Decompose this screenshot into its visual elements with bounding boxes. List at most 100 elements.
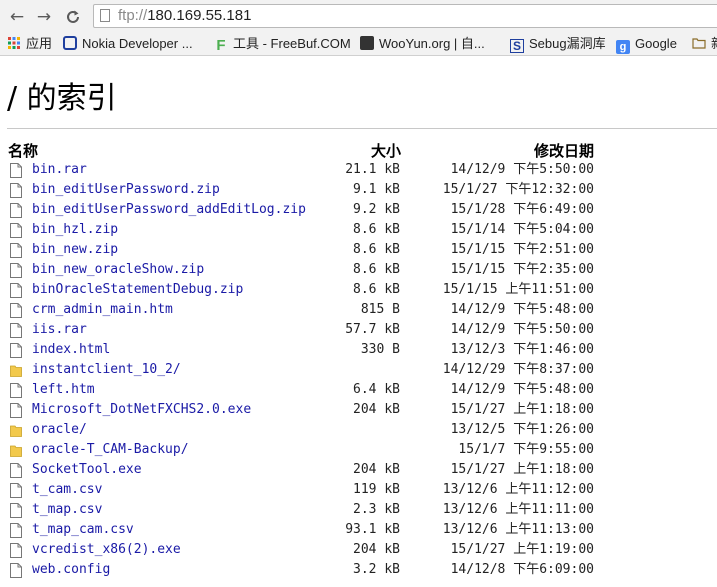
modified-date: 14/12/29 下午8:37:00 bbox=[442, 362, 594, 377]
file-size: 815 B bbox=[360, 302, 400, 317]
file-size: 119 kB bbox=[353, 482, 400, 497]
folder-link[interactable]: oracle-T_CAM-Backup/ bbox=[32, 440, 189, 460]
file-link[interactable]: bin.rar bbox=[32, 160, 87, 180]
file-link[interactable]: bin_editUserPassword_addEditLog.zip bbox=[32, 200, 306, 220]
file-icon bbox=[10, 383, 22, 398]
column-header-date[interactable]: 修改日期 bbox=[534, 140, 594, 161]
file-size: 330 B bbox=[360, 342, 400, 357]
modified-date: 14/12/9 下午5:48:00 bbox=[450, 302, 594, 317]
file-link[interactable]: bin_editUserPassword.zip bbox=[32, 180, 220, 200]
file-size: 2.3 kB bbox=[353, 502, 400, 517]
bookmark-apps[interactable]: 应用 bbox=[7, 36, 52, 52]
list-item: index.html 330 B 13/12/3 下午1:46:00 bbox=[0, 340, 717, 360]
file-link[interactable]: web.config bbox=[32, 560, 110, 580]
file-size: 8.6 kB bbox=[353, 242, 400, 257]
modified-date: 15/1/27 上午1:19:00 bbox=[450, 542, 594, 557]
file-size: 204 kB bbox=[353, 402, 400, 417]
modified-date: 14/12/8 下午6:09:00 bbox=[450, 562, 594, 577]
modified-date: 15/1/15 下午2:51:00 bbox=[450, 242, 594, 257]
file-link[interactable]: left.htm bbox=[32, 380, 95, 400]
bookmark-google[interactable]: g Google bbox=[616, 36, 677, 54]
modified-date: 14/12/9 下午5:50:00 bbox=[450, 162, 594, 177]
file-link[interactable]: t_map_cam.csv bbox=[32, 520, 134, 540]
address-bar[interactable]: ftp://180.169.55.181 bbox=[93, 4, 717, 28]
file-link[interactable]: Microsoft_DotNetFXCHS2.0.exe bbox=[32, 400, 251, 420]
modified-date: 13/12/3 下午1:46:00 bbox=[450, 342, 594, 357]
browser-toolbar: ← → ftp://180.169.55.181 bbox=[0, 0, 717, 33]
file-link[interactable]: vcredist_x86(2).exe bbox=[32, 540, 181, 560]
file-link[interactable]: iis.rar bbox=[32, 320, 87, 340]
bookmark-freebuf[interactable]: F 工具 - FreeBuf.COM bbox=[214, 36, 351, 54]
list-item: crm_admin_main.htm 815 B 14/12/9 下午5:48:00 bbox=[0, 300, 717, 320]
file-link[interactable]: bin_new_oracleShow.zip bbox=[32, 260, 204, 280]
modified-date: 13/12/6 上午11:11:00 bbox=[442, 502, 594, 517]
url-host: 180.169.55.181 bbox=[147, 7, 252, 24]
page-title: / 的索引 bbox=[7, 81, 117, 116]
bookmark-wooyun[interactable]: WooYun.org | 自... bbox=[360, 36, 485, 52]
url-scheme: ftp:// bbox=[118, 7, 148, 24]
file-link[interactable]: bin_hzl.zip bbox=[32, 220, 118, 240]
bookmark-label: 工具 - FreeBuf.COM bbox=[233, 36, 351, 51]
modified-date: 15/1/27 上午1:18:00 bbox=[450, 402, 594, 417]
list-item: bin_new.zip 8.6 kB 15/1/15 下午2:51:00 bbox=[0, 240, 717, 260]
file-icon bbox=[10, 203, 22, 218]
folder-icon bbox=[10, 365, 22, 377]
file-link[interactable]: index.html bbox=[32, 340, 110, 360]
file-icon bbox=[10, 403, 22, 418]
file-icon bbox=[10, 283, 22, 298]
file-icon bbox=[10, 563, 22, 578]
file-icon bbox=[10, 483, 22, 498]
reload-button[interactable] bbox=[62, 6, 84, 28]
sebug-icon: S bbox=[510, 39, 524, 53]
list-item: instantclient_10_2/14/12/29 下午8:37:00 bbox=[0, 360, 717, 380]
file-icon bbox=[10, 343, 22, 358]
modified-date: 15/1/27 下午12:32:00 bbox=[442, 182, 594, 197]
folder-link[interactable]: instantclient_10_2/ bbox=[32, 360, 181, 380]
list-item: bin_editUserPassword_addEditLog.zip 9.2 k… bbox=[0, 200, 717, 220]
file-icon bbox=[10, 263, 22, 278]
bookmark-label: Sebug漏洞库 bbox=[529, 36, 606, 51]
file-icon bbox=[10, 543, 22, 558]
file-icon bbox=[10, 523, 22, 538]
folder-icon bbox=[692, 38, 706, 49]
modified-date: 15/1/7 下午9:55:00 bbox=[458, 442, 594, 457]
file-link[interactable]: t_map.csv bbox=[32, 500, 102, 520]
list-item: left.htm 6.4 kB 14/12/9 下午5:48:00 bbox=[0, 380, 717, 400]
list-item: oracle-T_CAM-Backup/15/1/7 下午9:55:00 bbox=[0, 440, 717, 460]
file-size: 21.1 kB bbox=[345, 162, 400, 177]
google-icon: g bbox=[616, 40, 630, 54]
file-link[interactable]: crm_admin_main.htm bbox=[32, 300, 173, 320]
list-item: bin_editUserPassword.zip 9.1 kB 15/1/27 下午… bbox=[0, 180, 717, 200]
file-size: 9.2 kB bbox=[353, 202, 400, 217]
file-link[interactable]: binOracleStatementDebug.zip bbox=[32, 280, 243, 300]
bookmark-folder[interactable]: 新 bbox=[692, 36, 717, 52]
file-size: 93.1 kB bbox=[345, 522, 400, 537]
address-url[interactable]: ftp://180.169.55.181 bbox=[118, 7, 251, 25]
bookmark-label: Google bbox=[635, 36, 677, 51]
file-icon bbox=[10, 243, 22, 258]
modified-date: 15/1/15 下午2:35:00 bbox=[450, 262, 594, 277]
bookmarks-bar: 应用 Nokia Developer ... F 工具 - FreeBuf.COM… bbox=[0, 33, 717, 56]
file-link[interactable]: SocketTool.exe bbox=[32, 460, 142, 480]
list-item: SocketTool.exe 204 kB 15/1/27 上午1:18:00 bbox=[0, 460, 717, 480]
back-button[interactable]: ← bbox=[6, 6, 28, 28]
list-item: iis.rar 57.7 kB 14/12/9 下午5:50:00 bbox=[0, 320, 717, 340]
folder-icon bbox=[10, 445, 22, 457]
freebuf-icon: F bbox=[216, 37, 226, 54]
forward-arrow-icon: → bbox=[36, 7, 52, 27]
file-link[interactable]: bin_new.zip bbox=[32, 240, 118, 260]
file-icon bbox=[10, 183, 22, 198]
column-header-name[interactable]: 名称 bbox=[8, 140, 38, 161]
file-icon bbox=[10, 503, 22, 518]
bookmark-sebug[interactable]: S Sebug漏洞库 bbox=[510, 36, 606, 53]
file-icon bbox=[10, 223, 22, 238]
wooyun-icon bbox=[360, 36, 374, 50]
column-header-size[interactable]: 大小 bbox=[371, 140, 401, 161]
folder-link[interactable]: oracle/ bbox=[32, 420, 87, 440]
bookmark-nokia[interactable]: Nokia Developer ... bbox=[63, 36, 193, 52]
bookmark-label: Nokia Developer ... bbox=[82, 36, 193, 51]
list-item: binOracleStatementDebug.zip 8.6 kB 15/1/15… bbox=[0, 280, 717, 300]
file-link[interactable]: t_cam.csv bbox=[32, 480, 102, 500]
apps-grid-icon bbox=[8, 37, 20, 49]
forward-button[interactable]: → bbox=[33, 6, 55, 28]
